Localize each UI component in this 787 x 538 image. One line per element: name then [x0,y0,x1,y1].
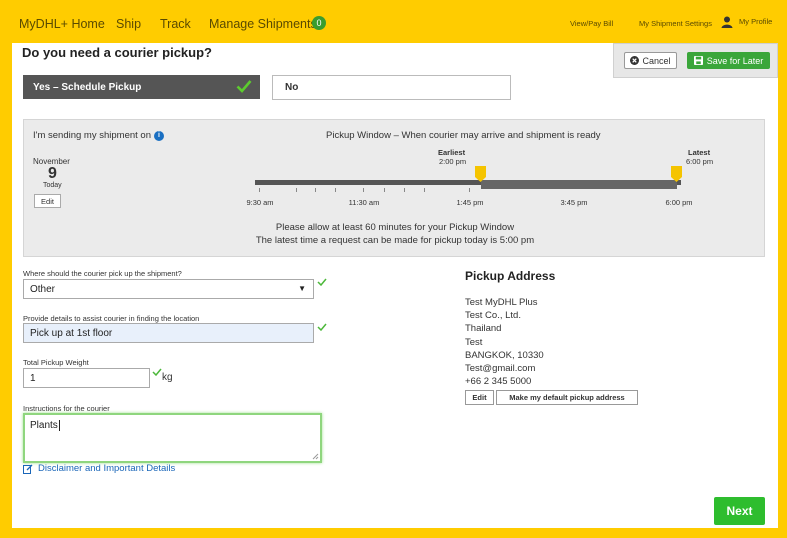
top-nav: MyDHL+ Home Ship Track Manage Shipments … [0,0,787,43]
valid-check-icon [317,323,327,331]
edit-date-button[interactable]: Edit [34,194,61,208]
timeline-tick [363,188,364,192]
timeline-tick [296,188,297,192]
disclaimer-text: Disclaimer and Important Details [38,463,176,474]
address-line: Test MyDHL Plus [465,297,538,308]
pickup-window-range [481,180,677,189]
check-icon [236,80,252,93]
bottom-frame [0,528,787,538]
disclaimer-link[interactable]: Disclaimer and Important Details [23,463,175,474]
latest-label: Latest [688,148,711,157]
address-line: +66 2 345 5000 [465,376,532,387]
make-default-address-button[interactable]: Make my default pickup address [496,390,638,405]
timeline-label: 3:45 pm [560,198,588,207]
address-line: BANGKOK, 10330 [465,350,544,361]
timeline-label: 11:30 am [348,198,380,207]
location-select[interactable]: Other ▼ [23,279,314,299]
close-circle-icon [630,56,640,65]
nav-home-link[interactable]: MyDHL+ Home [19,17,105,31]
pickup-schedule-box: I'm sending my shipment on i November 9 T… [23,119,765,257]
nav-view-pay-bill-link[interactable]: View/Pay Bill [570,19,613,28]
option-no-pickup[interactable]: No [272,75,511,100]
valid-check-icon [152,368,162,376]
address-line: Test Co., Ltd. [465,310,521,321]
details-input[interactable]: Pick up at 1st floor [23,323,314,343]
sending-date-text: I'm sending my shipment on [33,130,151,141]
save-for-later-button[interactable]: Save for Later [687,52,770,69]
person-icon [721,16,733,28]
nav-track-link[interactable]: Track [160,17,191,31]
option-yes-schedule-pickup[interactable]: Yes – Schedule Pickup [23,75,260,99]
cancel-button-label: Cancel [642,55,671,66]
timeline-label: 9:30 am [246,198,274,207]
nav-manage-shipments-link[interactable]: Manage Shipments [209,17,317,31]
location-select-value: Other [30,283,56,295]
next-button[interactable]: Next [714,497,765,525]
info-icon[interactable]: i [153,131,164,141]
pickup-address-title: Pickup Address [465,269,556,283]
timeline-tick [424,188,425,192]
page-title: Do you need a courier pickup? [22,45,212,60]
pickup-window-note: Please allow at least 60 minutes for you… [275,222,515,233]
timeline-tick [404,188,405,192]
details-label: Provide details to assist courier in fin… [23,314,200,323]
instructions-textarea[interactable]: Plants [23,413,322,463]
location-label: Where should the courier pick up the shi… [23,269,182,278]
caret-down-icon: ▼ [298,284,306,293]
save-disk-icon [693,56,703,65]
timeline-tick [259,188,260,192]
weight-label: Total Pickup Weight [23,358,89,367]
nav-ship-link[interactable]: Ship [116,17,141,31]
earliest-label: Earliest [438,148,466,157]
weight-unit: kg [162,372,173,383]
timeline-tick [315,188,316,192]
option-no-label: No [285,82,299,93]
valid-check-icon [317,278,327,286]
manage-shipments-count-badge: 0 [312,16,326,30]
instructions-value: Plants [30,420,58,431]
edit-address-button[interactable]: Edit [465,390,494,405]
latest-request-note: The latest time a request can be made fo… [255,235,535,246]
date-today-note: Today [43,182,62,189]
save-for-later-label: Save for Later [706,55,764,66]
earliest-time: 2:00 pm [439,157,467,166]
latest-slider-handle[interactable] [671,166,682,182]
nav-shipment-settings-link[interactable]: My Shipment Settings [639,19,712,28]
cancel-button[interactable]: Cancel [624,52,677,69]
latest-time: 6:00 pm [686,157,714,166]
timeline-tick [384,188,385,192]
timeline-label: 1:45 pm [456,198,484,207]
timeline-label: 6:00 pm [665,198,693,207]
edit-note-icon [23,464,33,474]
address-line: Test [465,337,483,348]
resize-handle-icon[interactable] [312,453,319,460]
instructions-label: Instructions for the courier [23,404,110,413]
pickup-window-title: Pickup Window – When courier may arrive … [326,130,601,141]
pickup-panel: Do you need a courier pickup? Cancel Sav… [12,43,778,528]
sending-date-label: I'm sending my shipment on i [33,130,164,141]
address-line: Test@gmail.com [465,363,536,374]
text-cursor [58,420,60,431]
weight-input[interactable]: 1 [23,368,150,388]
date-day: 9 [48,165,57,182]
timeline-tick [469,188,470,192]
address-line: Thailand [465,323,502,334]
option-yes-label: Yes – Schedule Pickup [33,81,142,93]
timeline-tick [335,188,336,192]
earliest-slider-handle[interactable] [475,166,486,182]
action-box: Cancel Save for Later [613,43,778,78]
nav-profile-link[interactable]: My Profile [739,17,772,26]
